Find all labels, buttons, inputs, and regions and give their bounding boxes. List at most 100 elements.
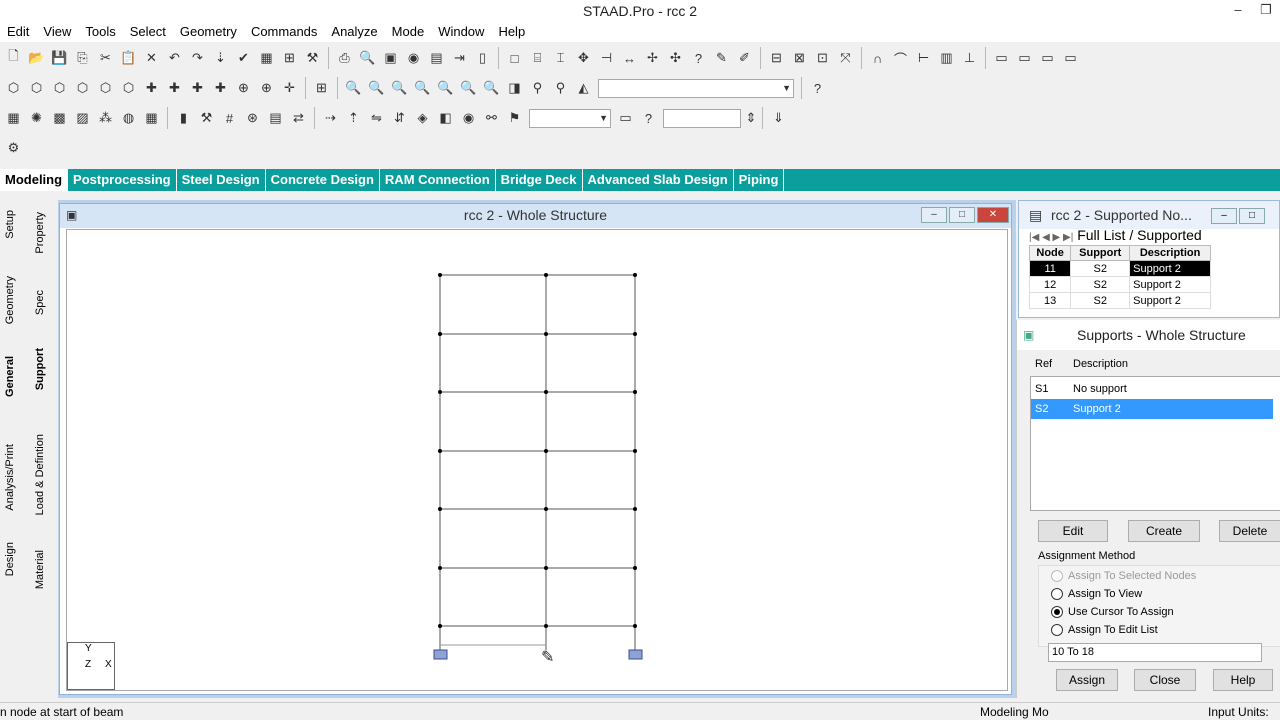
tools-icon[interactable]: ⚒ xyxy=(197,108,216,128)
new-file-icon[interactable]: 🗋 xyxy=(4,48,23,68)
front-view-icon[interactable]: ⬡ xyxy=(27,78,46,98)
sidebar-tab-setup[interactable]: Setup xyxy=(4,210,16,239)
open-file-icon[interactable]: 📂 xyxy=(27,48,46,68)
window-icon[interactable]: ▭ xyxy=(992,48,1011,68)
tab-ram-connection[interactable]: RAM Connection xyxy=(380,169,496,191)
dimension-icon[interactable]: ⌶ xyxy=(551,48,570,68)
zoom-dynamic2-icon[interactable]: 🔍 xyxy=(459,78,478,98)
assign-button[interactable]: Assign xyxy=(1056,669,1118,691)
rotate-down-icon[interactable]: ✚ xyxy=(165,78,184,98)
tab-supported[interactable]: Supported xyxy=(1137,227,1202,243)
menu-view[interactable]: View xyxy=(36,22,78,42)
menu-help[interactable]: Help xyxy=(491,22,532,42)
frame-diagram[interactable]: ✎ xyxy=(67,230,1007,690)
close-icon[interactable]: ✕ xyxy=(977,207,1009,223)
tab-advanced-slab-design[interactable]: Advanced Slab Design xyxy=(583,169,734,191)
tab-postprocessing[interactable]: Postprocessing xyxy=(68,169,177,191)
undo-icon[interactable]: ↶ xyxy=(165,48,184,68)
edit-chart-icon[interactable]: ✎ xyxy=(712,48,731,68)
cell-support[interactable]: S2 xyxy=(1070,260,1131,277)
link-icon[interactable]: ⚯ xyxy=(482,108,501,128)
scale-icon[interactable]: ✣ xyxy=(666,48,685,68)
maximize-icon[interactable]: □ xyxy=(949,207,975,223)
property-icon[interactable]: ⚑ xyxy=(505,108,524,128)
menu-select[interactable]: Select xyxy=(123,22,173,42)
dropdown-arrow-icon[interactable]: ⇣ xyxy=(211,48,230,68)
cell-support[interactable]: S2 xyxy=(1070,292,1131,309)
radio-assign-selected-nodes[interactable]: Assign To Selected Nodes xyxy=(1051,570,1196,582)
table-icon[interactable]: ▦ xyxy=(142,108,161,128)
solid-cursor-icon[interactable]: ⁂ xyxy=(96,108,115,128)
cell-description[interactable]: Support 2 xyxy=(1129,276,1211,293)
report-icon[interactable]: ▤ xyxy=(427,48,446,68)
print-preview-icon[interactable]: 🔍 xyxy=(358,48,377,68)
radio-assign-edit-list[interactable]: Assign To Edit List xyxy=(1051,624,1158,636)
fill-icon[interactable]: ◧ xyxy=(436,108,455,128)
zoom-window-icon[interactable]: 🔍 xyxy=(367,78,386,98)
tab-steel-design[interactable]: Steel Design xyxy=(177,169,266,191)
right-view-icon[interactable]: ⬡ xyxy=(96,78,115,98)
beam-cursor-icon[interactable]: ▩ xyxy=(50,108,69,128)
structure-canvas[interactable]: ✎ Y X Z xyxy=(66,229,1008,691)
col-support[interactable]: Support xyxy=(1070,245,1131,261)
isometric-view-icon[interactable]: ⬡ xyxy=(4,78,23,98)
view-selector-combo[interactable]: ▼ xyxy=(598,78,794,98)
snap-icon[interactable]: ⊛ xyxy=(243,108,262,128)
col-node[interactable]: Node xyxy=(1028,245,1072,261)
load-case-combo[interactable]: ▼ xyxy=(529,108,611,128)
zoom-structure-icon[interactable]: ⊠ xyxy=(790,48,809,68)
label-icon[interactable]: ⌸ xyxy=(528,48,547,68)
tab-bridge-deck[interactable]: Bridge Deck xyxy=(496,169,583,191)
pin-icon[interactable]: ⊥ xyxy=(960,48,979,68)
tab-concrete-design[interactable]: Concrete Design xyxy=(266,169,380,191)
spin-left-icon[interactable]: ⊕ xyxy=(234,78,253,98)
tab-piping[interactable]: Piping xyxy=(734,169,785,191)
rotate-icon[interactable]: ⇡ xyxy=(344,108,363,128)
monitor-icon[interactable]: ▭ xyxy=(616,108,635,128)
menu-window[interactable]: Window xyxy=(431,22,491,42)
download-icon[interactable]: ⇓ xyxy=(769,108,788,128)
zoom-all-icon[interactable]: ⊞ xyxy=(312,78,331,98)
target-icon[interactable]: ✛ xyxy=(280,78,299,98)
menu-tools[interactable]: Tools xyxy=(78,22,122,42)
tab-modeling[interactable]: Modeling xyxy=(0,169,69,191)
delete-icon[interactable]: ✕ xyxy=(142,48,161,68)
node-icon[interactable]: ✥ xyxy=(574,48,593,68)
window-save-icon[interactable]: ▭ xyxy=(1038,48,1057,68)
render-icon[interactable]: ◭ xyxy=(574,78,593,98)
cell-description[interactable]: Support 2 xyxy=(1129,292,1211,309)
redo-icon[interactable]: ↷ xyxy=(188,48,207,68)
value-input[interactable] xyxy=(663,108,741,128)
cell-description[interactable]: Support 2 xyxy=(1129,260,1211,277)
copy-icon[interactable]: ⎘ xyxy=(73,48,92,68)
beam-icon[interactable]: ⊣ xyxy=(597,48,616,68)
measure-icon[interactable]: ↔ xyxy=(620,48,639,68)
color-icon[interactable]: ◉ xyxy=(459,108,478,128)
window-edit-icon[interactable]: ▭ xyxy=(1015,48,1034,68)
sidebar-tab-analysis-print[interactable]: Analysis/Print xyxy=(4,444,16,511)
radio-use-cursor[interactable]: Use Cursor To Assign xyxy=(1051,606,1174,618)
list-item[interactable]: S2 Support 2 xyxy=(1031,399,1273,419)
plate-cursor-icon[interactable]: ▨ xyxy=(73,108,92,128)
sidebar-tab-geometry[interactable]: Geometry xyxy=(4,276,16,324)
zoom-icon[interactable]: 🔍 xyxy=(344,78,363,98)
sidebar-tab-support[interactable]: Support xyxy=(34,348,46,390)
help-button[interactable]: Help xyxy=(1213,669,1273,691)
edit-list-input[interactable]: 10 To 18 xyxy=(1048,643,1262,662)
edit-button[interactable]: Edit xyxy=(1038,520,1108,542)
chart-icon[interactable]: ▮ xyxy=(174,108,193,128)
zoom-out-icon[interactable]: 🔍 xyxy=(413,78,432,98)
check-icon[interactable]: ✔ xyxy=(234,48,253,68)
structure-wizard-icon[interactable]: ▦ xyxy=(4,108,23,128)
pan-icon[interactable]: ⤧ xyxy=(836,48,855,68)
cross-icon[interactable]: ✢ xyxy=(643,48,662,68)
supports-list[interactable]: S1 No support S2 Support 2 xyxy=(1030,376,1280,511)
display-icon[interactable]: ◨ xyxy=(505,78,524,98)
print-icon[interactable]: ⎙ xyxy=(335,48,354,68)
query-icon[interactable]: ? xyxy=(689,48,708,68)
radio-assign-to-view[interactable]: Assign To View xyxy=(1051,588,1142,600)
spin-right-icon[interactable]: ⊕ xyxy=(257,78,276,98)
picture-icon[interactable]: ▣ xyxy=(381,48,400,68)
zoom-previous-icon[interactable]: 🔍 xyxy=(436,78,455,98)
list-item[interactable]: S1 No support xyxy=(1031,379,1273,399)
